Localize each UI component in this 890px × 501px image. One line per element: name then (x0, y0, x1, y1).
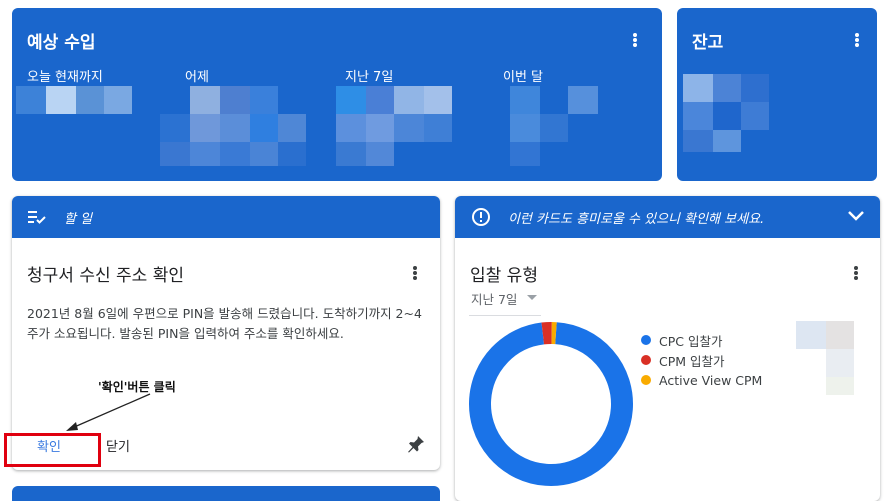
checklist-icon (28, 211, 46, 224)
chevron-down-icon[interactable] (847, 209, 865, 223)
card-title: 잔고 (692, 33, 724, 53)
estimated-earnings-card: 예상 수입 오늘 현재까지 어제 지난 7일 이번 달 (12, 8, 662, 181)
suggestion-header-label: 이런 카드도 흥미로울 수 있으니 확인해 보세요. (508, 212, 765, 227)
bid-type-title: 입찰 유형 (470, 266, 538, 286)
card-title: 예상 수입 (27, 33, 96, 53)
legend-label: CPC 입찰가 (659, 333, 723, 349)
todo-header: 할 일 (12, 196, 440, 238)
next-card-header (12, 486, 440, 501)
suggested-card: 이런 카드도 흥미로울 수 있으니 확인해 보세요. 입찰 유형 지난 7일 C… (455, 196, 880, 501)
more-options-icon[interactable] (848, 30, 866, 50)
info-icon (472, 208, 490, 226)
legend-dot (641, 335, 651, 345)
more-options-icon[interactable] (847, 263, 865, 283)
legend-item-cpc: CPC 입찰가 (641, 330, 762, 350)
annotation-label: '확인'버튼 클릭 (98, 380, 176, 394)
dropdown-caret-icon (527, 295, 537, 300)
balance-card: 잔고 (677, 8, 877, 181)
more-options-icon[interactable] (626, 30, 644, 50)
bid-type-donut-chart (469, 322, 633, 486)
close-button[interactable]: 닫기 (106, 436, 130, 455)
legend-label: Active View CPM (659, 372, 763, 388)
period-last-7-days: 지난 7일 (345, 70, 394, 85)
legend-item-active-view-cpm: Active View CPM (641, 370, 762, 390)
period-yesterday: 어제 (185, 70, 209, 85)
todo-header-label: 할 일 (64, 212, 93, 227)
legend-item-cpm: CPM 입찰가 (641, 350, 762, 370)
donut-slice-0 (469, 322, 633, 486)
todo-card: 할 일 청구서 수신 주소 확인 2021년 8월 6일에 우편으로 PIN을 … (12, 196, 440, 470)
legend-label: CPM 입찰가 (659, 353, 725, 369)
chart-legend: CPC 입찰가 CPM 입찰가 Active View CPM (641, 330, 762, 390)
pin-icon[interactable] (406, 434, 426, 454)
more-options-icon[interactable] (406, 263, 424, 283)
legend-dot (641, 355, 651, 365)
highlight-box (4, 433, 101, 467)
period-today: 오늘 현재까지 (27, 70, 103, 85)
suggestion-header[interactable]: 이런 카드도 흥미로울 수 있으니 확인해 보세요. (455, 196, 880, 238)
period-this-month: 이번 달 (503, 70, 544, 85)
task-title: 청구서 수신 주소 확인 (27, 266, 184, 286)
legend-dot (641, 375, 651, 385)
task-description: 2021년 8월 6일에 우편으로 PIN을 발송해 드렸습니다. 도착하기까지… (27, 306, 422, 341)
